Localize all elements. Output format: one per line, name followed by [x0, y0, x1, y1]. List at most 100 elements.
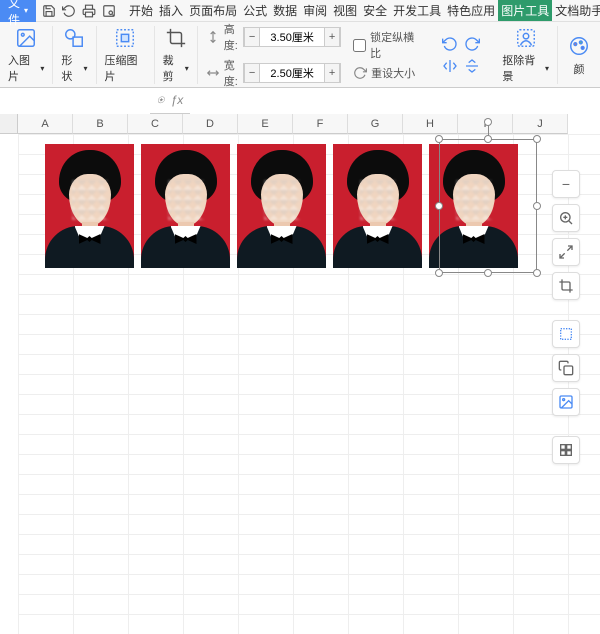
height-icon	[206, 30, 220, 44]
col-E[interactable]: E	[238, 114, 293, 134]
tab-formula[interactable]: 公式	[240, 0, 270, 21]
insert-picture-group[interactable]: 入图片▾	[0, 26, 53, 84]
handle-tm[interactable]	[484, 135, 492, 143]
selection-box[interactable]	[439, 139, 537, 273]
tab-picture-tools[interactable]: 图片工具	[498, 0, 552, 21]
width-icon	[206, 66, 220, 80]
rotate-group	[428, 26, 494, 84]
compress-group[interactable]: 压缩图片	[97, 26, 155, 84]
compress-icon	[112, 26, 138, 50]
height-input[interactable]	[260, 28, 324, 46]
layer-button[interactable]	[552, 320, 580, 348]
rotate-left-icon[interactable]	[441, 35, 459, 53]
shapes-group[interactable]: 形状▾	[53, 26, 96, 84]
height-stepper[interactable]: − +	[243, 27, 341, 47]
crop-button[interactable]	[552, 272, 580, 300]
caret-down-icon: ▾	[24, 6, 28, 15]
col-G[interactable]: G	[348, 114, 403, 134]
height-minus[interactable]: −	[244, 28, 260, 46]
lock-reset-group: 锁定纵横比 重设大小	[349, 26, 428, 84]
color-label: 颜	[573, 61, 584, 77]
flip-v-icon[interactable]	[463, 57, 481, 75]
handle-br[interactable]	[533, 269, 541, 277]
size-group: 高度: − + 宽度: − +	[198, 26, 349, 84]
tab-security[interactable]: 安全	[360, 0, 390, 21]
column-headers[interactable]: A B C D E F G H I J	[18, 114, 600, 134]
select-all-corner[interactable]	[0, 114, 18, 134]
handle-tr[interactable]	[533, 135, 541, 143]
name-box[interactable]	[0, 88, 150, 114]
zoom-button[interactable]	[552, 204, 580, 232]
undo-icon[interactable]	[62, 4, 76, 18]
lock-ratio-checkbox[interactable]	[353, 39, 366, 52]
compress-label: 压缩图片	[105, 52, 146, 84]
shapes-label: 形状▾	[61, 52, 87, 84]
remove-bg-icon	[513, 26, 539, 50]
rotate-right-icon[interactable]	[463, 35, 481, 53]
id-photo[interactable]	[333, 144, 422, 268]
id-photo[interactable]	[141, 144, 230, 268]
image-icon	[13, 26, 39, 50]
file-menu-label: 文件	[8, 0, 20, 28]
handle-bl[interactable]	[435, 269, 443, 277]
id-photo[interactable]	[237, 144, 326, 268]
col-F[interactable]: F	[293, 114, 348, 134]
collapse-button[interactable]: −	[552, 170, 580, 198]
tab-special[interactable]: 特色应用	[444, 0, 498, 21]
tab-doc-assist[interactable]: 文档助手	[552, 0, 600, 21]
color-icon	[566, 33, 592, 59]
ribbon: 入图片▾ 形状▾ 压缩图片 裁剪▾ 高度: − + 宽度:	[0, 22, 600, 88]
handle-tl[interactable]	[435, 135, 443, 143]
print-icon[interactable]	[82, 4, 96, 18]
height-label: 高度:	[224, 21, 239, 53]
width-plus[interactable]: +	[324, 64, 340, 82]
copy-button[interactable]	[552, 354, 580, 382]
replace-button[interactable]	[552, 388, 580, 416]
file-menu[interactable]: 文件 ▾	[0, 0, 36, 22]
col-C[interactable]: C	[128, 114, 183, 134]
preview-icon[interactable]	[102, 4, 116, 18]
reset-size-label: 重设大小	[371, 65, 415, 81]
col-A[interactable]: A	[18, 114, 73, 134]
col-D[interactable]: D	[183, 114, 238, 134]
fx-icon[interactable]: ⍟ ƒx	[150, 93, 190, 108]
id-photo[interactable]	[45, 144, 134, 268]
tab-review[interactable]: 审阅	[300, 0, 330, 21]
lock-ratio-row[interactable]: 锁定纵横比	[353, 29, 420, 61]
col-J[interactable]: J	[513, 114, 568, 134]
reset-size-row[interactable]: 重设大小	[353, 65, 415, 81]
tab-view[interactable]: 视图	[330, 0, 360, 21]
insert-picture-label: 入图片▾	[8, 52, 44, 84]
color-group[interactable]: 颜	[558, 26, 600, 84]
shapes-icon	[61, 26, 87, 50]
tab-home[interactable]: 开始	[126, 0, 156, 21]
col-B[interactable]: B	[73, 114, 128, 134]
tab-dev[interactable]: 开发工具	[390, 0, 444, 21]
tab-layout[interactable]: 页面布局	[186, 0, 240, 21]
tab-data[interactable]: 数据	[270, 0, 300, 21]
width-input[interactable]	[260, 64, 324, 82]
width-label: 宽度:	[224, 57, 239, 89]
formula-input[interactable]	[190, 88, 600, 114]
crop-group[interactable]: 裁剪▾	[155, 26, 198, 84]
width-stepper[interactable]: − +	[243, 63, 341, 83]
remove-bg-group[interactable]: 抠除背景▾	[494, 26, 558, 84]
worksheet[interactable]: A B C D E F G H I J	[0, 114, 600, 134]
ribbon-tabs: 开始 插入 页面布局 公式 数据 审阅 视图 安全 开发工具 特色应用 图片工具…	[126, 0, 600, 22]
handle-mr[interactable]	[533, 202, 541, 210]
tab-insert[interactable]: 插入	[156, 0, 186, 21]
handle-ml[interactable]	[435, 202, 443, 210]
more-button[interactable]	[552, 436, 580, 464]
formula-bar: ⍟ ƒx	[0, 88, 600, 114]
handle-bm[interactable]	[484, 269, 492, 277]
save-icon[interactable]	[42, 4, 56, 18]
fit-button[interactable]	[552, 238, 580, 266]
flip-h-icon[interactable]	[441, 57, 459, 75]
height-plus[interactable]: +	[324, 28, 340, 46]
rotate-handle[interactable]	[484, 118, 492, 126]
width-minus[interactable]: −	[244, 64, 260, 82]
crop-icon	[163, 26, 189, 50]
crop-label: 裁剪▾	[163, 52, 189, 84]
col-H[interactable]: H	[403, 114, 458, 134]
lock-ratio-label: 锁定纵横比	[370, 29, 420, 61]
